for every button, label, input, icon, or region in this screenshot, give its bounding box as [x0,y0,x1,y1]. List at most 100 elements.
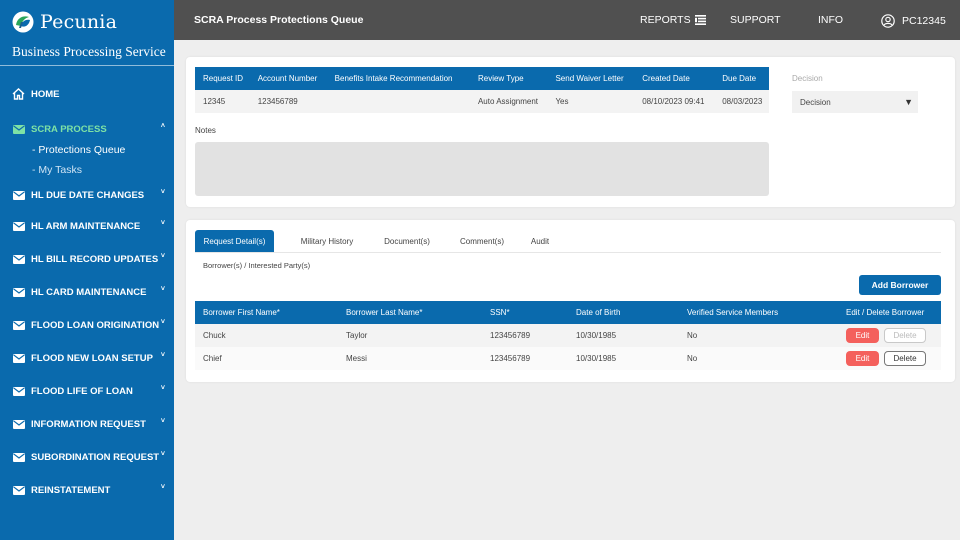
cell-verified: No [679,324,838,347]
mail-icon [12,386,25,397]
dropdown-arrow-icon: ▼ [904,97,913,107]
nav-hl-card-maintenance[interactable]: HL CARD MAINTENANCE ˅ [0,282,174,302]
request-table-header: Request ID Account Number Benefits Intak… [195,67,769,90]
nav-label: REINSTATEMENT [31,484,111,496]
tab-comments[interactable]: Comment(s) [448,230,516,253]
pecunia-logo-icon [12,11,34,33]
cell-actions: Edit Delete [838,347,941,370]
cell-review-type: Auto Assignment [469,90,548,113]
user-avatar-icon [881,14,895,28]
nav-label: FLOOD NEW LOAN SETUP [31,352,153,364]
nav-information-request[interactable]: INFORMATION REQUEST ˅ [0,414,174,434]
nav-flood-loan-origination[interactable]: FLOOD LOAN ORIGINATION ˅ [0,315,174,335]
nav-label: HL BILL RECORD UPDATES [31,253,159,265]
table-row: Chief Messi 123456789 10/30/1985 No Edit… [195,347,941,370]
tab-request-details[interactable]: Request Detail(s) [195,230,274,253]
delete-button[interactable]: Delete [884,351,926,366]
info-link[interactable]: INFO [818,14,843,26]
borrowers-table-header: Borrower First Name* Borrower Last Name*… [195,301,941,324]
page-title: SCRA Process Protections Queue [194,14,364,26]
cell-ssn: 123456789 [482,324,568,347]
nav-subordination-request[interactable]: SUBORDINATION REQUEST ˅ [0,447,174,467]
cell-dob: 10/30/1985 [568,324,679,347]
user-menu[interactable]: PC12345 [881,14,946,28]
decision-label: Decision [792,74,823,83]
nav-flood-new-loan-setup[interactable]: FLOOD NEW LOAN SETUP ˅ [0,348,174,368]
cell-dob: 10/30/1985 [568,347,679,370]
list-icon [694,15,706,25]
cell-last-name: Taylor [338,324,482,347]
chevron-down-icon: ˅ [160,484,165,491]
cell-verified: No [679,347,838,370]
notes-textarea[interactable] [195,142,769,196]
col-due-date: Due Date [714,67,769,90]
col-first-name: Borrower First Name* [195,301,338,324]
cell-ssn: 123456789 [482,347,568,370]
mail-icon [12,485,25,496]
nav-flood-life-of-loan[interactable]: FLOOD LIFE OF LOAN ˅ [0,381,174,401]
tab-military-history[interactable]: Military History [287,230,367,253]
cell-send-waiver: Yes [547,90,635,113]
chevron-down-icon: ˅ [160,220,165,227]
top-bar: SCRA Process Protections Queue REPORTS S… [174,0,960,40]
tab-documents[interactable]: Document(s) [369,230,445,253]
tab-audit[interactable]: Audit [519,230,561,253]
request-table: Request ID Account Number Benefits Intak… [195,67,769,113]
nav-sub-protections-queue[interactable]: - Protections Queue [32,144,125,156]
nav-label: HL DUE DATE CHANGES [31,189,145,201]
brand: Pecunia Business Processing Service [0,0,174,66]
nav-hl-arm-maintenance[interactable]: HL ARM MAINTENANCE ˅ [0,216,174,236]
cell-account-number: 123456789 [249,90,327,113]
nav-reinstatement[interactable]: REINSTATEMENT ˅ [0,480,174,500]
reports-menu[interactable]: REPORTS [640,14,706,26]
mail-icon [12,419,25,430]
decision-value: Decision [800,98,831,107]
mail-icon [12,452,25,463]
brand-name: Pecunia [40,11,118,33]
add-borrower-button[interactable]: Add Borrower [859,275,941,295]
mail-icon [12,254,25,265]
nav-label: FLOOD LOAN ORIGINATION [31,319,160,331]
support-link[interactable]: SUPPORT [730,14,781,26]
chevron-up-icon: ˄ [160,123,165,130]
chevron-down-icon: ˅ [160,451,165,458]
col-request-id: Request ID [195,67,250,90]
cell-benefits-intake [326,90,470,113]
nav-scra-label: SCRA PROCESS [31,123,107,135]
mail-icon [12,221,25,232]
nav-home-label: HOME [31,88,60,100]
mail-icon [12,320,25,331]
delete-button[interactable]: Delete [884,328,926,343]
cell-due-date: 08/03/2023 [714,90,769,113]
edit-button[interactable]: Edit [846,351,879,366]
col-last-name: Borrower Last Name* [338,301,482,324]
nav-label: HL CARD MAINTENANCE [31,286,147,298]
mail-icon [12,287,25,298]
nav-label: HL ARM MAINTENANCE [31,220,141,232]
chevron-down-icon: ˅ [160,253,165,260]
tab-divider [195,252,941,253]
sidebar: Pecunia Business Processing Service HOME… [0,0,174,540]
request-card: Request ID Account Number Benefits Intak… [186,57,955,207]
reports-label: REPORTS [640,14,691,26]
col-created-date: Created Date [634,67,715,90]
nav-label: SUBORDINATION REQUEST [31,451,160,463]
chevron-down-icon: ˅ [160,286,165,293]
col-review-type: Review Type [469,67,548,90]
nav-hl-bill-record-updates[interactable]: HL BILL RECORD UPDATES ˅ [0,249,174,269]
nav-scra-process[interactable]: SCRA PROCESS ˄ [0,119,174,139]
chevron-down-icon: ˅ [160,352,165,359]
nav-label: INFORMATION REQUEST [31,418,146,430]
chevron-down-icon: ˅ [160,319,165,326]
nav-sub-my-tasks[interactable]: - My Tasks [32,164,82,176]
decision-select[interactable]: Decision ▼ [792,91,918,113]
brand-subtitle: Business Processing Service [12,44,166,59]
cell-created-date: 08/10/2023 09:41 [634,90,715,113]
nav-hl-due-date-changes[interactable]: HL DUE DATE CHANGES ˅ [0,185,174,205]
home-icon [12,88,25,100]
mail-icon [12,124,25,135]
mail-icon [12,353,25,364]
nav-home[interactable]: HOME [0,84,174,104]
borrowers-card: Request Detail(s) Military History Docum… [186,220,955,382]
edit-button[interactable]: Edit [846,328,879,343]
